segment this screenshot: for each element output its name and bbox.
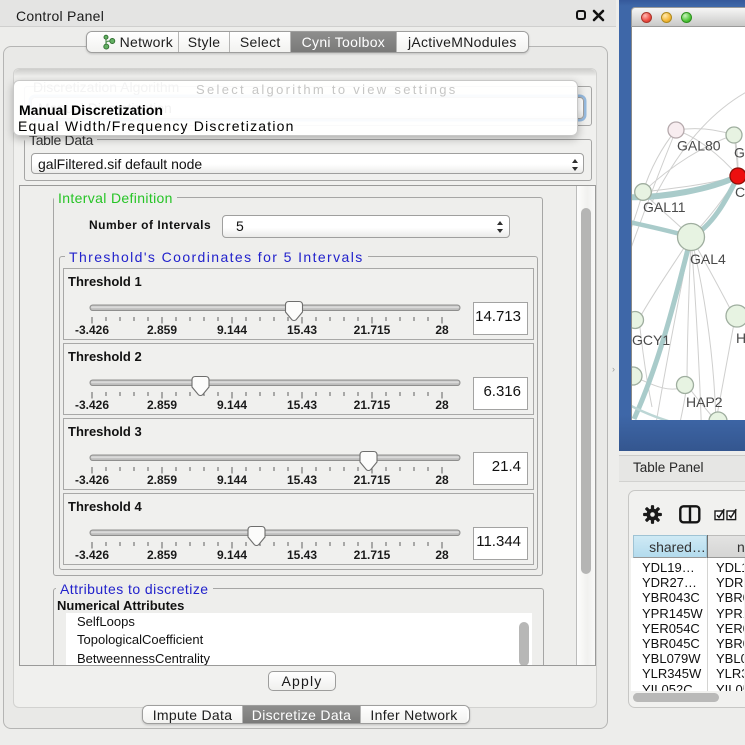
svg-text:-3.426: -3.426 <box>75 548 109 562</box>
svg-text:-3.426: -3.426 <box>75 473 109 487</box>
svg-text:GAL4: GAL4 <box>690 251 726 267</box>
svg-text:9.144: 9.144 <box>217 323 247 337</box>
svg-text:15.43: 15.43 <box>287 398 317 412</box>
svg-text:15.43: 15.43 <box>287 473 317 487</box>
svg-text:28: 28 <box>435 323 449 337</box>
svg-text:2.859: 2.859 <box>147 473 177 487</box>
svg-text:28: 28 <box>435 548 449 562</box>
svg-text:HAP2: HAP2 <box>686 394 723 410</box>
svg-text:C: C <box>735 184 745 200</box>
svg-text:GA: GA <box>734 145 745 161</box>
svg-text:2.859: 2.859 <box>147 323 177 337</box>
svg-text:GAL80: GAL80 <box>677 138 721 154</box>
svg-text:15.43: 15.43 <box>287 323 317 337</box>
svg-text:9.144: 9.144 <box>217 473 247 487</box>
svg-text:-3.426: -3.426 <box>75 323 109 337</box>
svg-text:21.715: 21.715 <box>354 398 391 412</box>
svg-text:2.859: 2.859 <box>147 398 177 412</box>
svg-text:21.715: 21.715 <box>354 323 391 337</box>
svg-text:28: 28 <box>435 398 449 412</box>
svg-text:GAL11: GAL11 <box>643 199 686 215</box>
svg-text:21.715: 21.715 <box>354 548 391 562</box>
svg-text:GCY1: GCY1 <box>632 332 670 348</box>
svg-text:-3.426: -3.426 <box>75 398 109 412</box>
svg-text:H: H <box>736 330 745 346</box>
svg-text:21.715: 21.715 <box>354 473 391 487</box>
svg-text:15.43: 15.43 <box>287 548 317 562</box>
svg-text:28: 28 <box>435 473 449 487</box>
svg-text:9.144: 9.144 <box>217 548 247 562</box>
svg-text:9.144: 9.144 <box>217 398 247 412</box>
svg-text:2.859: 2.859 <box>147 548 177 562</box>
